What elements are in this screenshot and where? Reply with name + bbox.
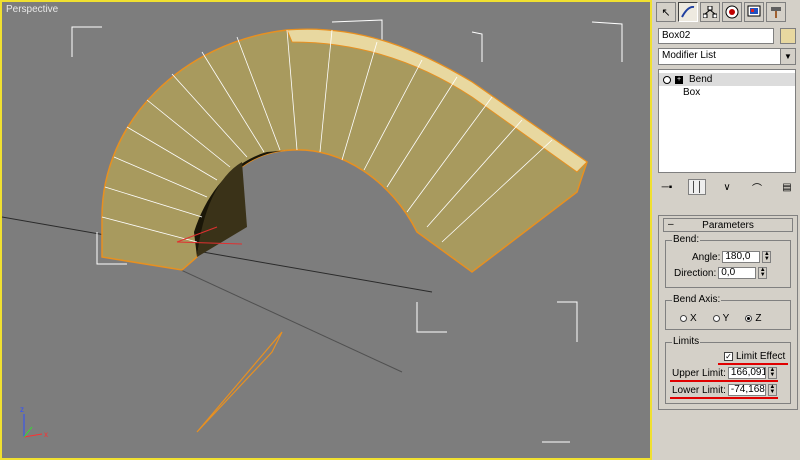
angle-input[interactable]: 180,0 bbox=[722, 251, 760, 263]
lightbulb-icon[interactable] bbox=[663, 76, 671, 84]
angle-row: Angle: 180,0 ▲▼ bbox=[692, 251, 771, 263]
stack-item-box[interactable]: Box bbox=[659, 86, 795, 99]
object-color-swatch[interactable] bbox=[780, 28, 796, 44]
trash-icon: ⌒ bbox=[752, 180, 762, 195]
parameters-title: Parameters bbox=[702, 220, 754, 231]
modifier-list-dropdown[interactable]: Modifier List ▼ bbox=[658, 48, 796, 65]
stack-toolbar: ─▪ ││ ∨ ⌒ ▤ bbox=[658, 178, 796, 196]
upper-limit-label: Upper Limit: bbox=[672, 368, 726, 379]
lower-limit-highlight bbox=[670, 397, 778, 399]
upper-limit-row: Upper Limit: 166,091cm ▲▼ bbox=[672, 367, 777, 379]
show-end-result-button[interactable]: ││ bbox=[688, 179, 706, 195]
modifier-list-label: Modifier List bbox=[662, 50, 716, 61]
lower-limit-input[interactable]: -74,168cm bbox=[728, 384, 766, 396]
limits-group: Limits ✓ Limit Effect Upper Limit: 166,0… bbox=[665, 342, 791, 404]
configure-sets-button[interactable]: ▤ bbox=[778, 179, 796, 195]
axis-z-radio[interactable]: Z bbox=[745, 313, 761, 324]
upper-limit-spinner[interactable]: ▲▼ bbox=[768, 367, 777, 379]
bend-group-label: Bend: bbox=[672, 234, 700, 245]
bend-axis-label: Bend Axis: bbox=[672, 294, 721, 305]
cursor-icon: ↖ bbox=[661, 6, 670, 19]
collapse-icon: – bbox=[668, 219, 674, 230]
end-result-icon: ││ bbox=[691, 182, 704, 193]
stack-item-label: Bend bbox=[689, 74, 712, 85]
motion-icon bbox=[725, 5, 739, 19]
hierarchy-tab[interactable] bbox=[700, 2, 720, 22]
command-panel-tabs: ↖ bbox=[656, 2, 796, 24]
axis-y-radio[interactable]: Y bbox=[713, 313, 730, 324]
make-unique-button[interactable]: ∨ bbox=[718, 179, 736, 195]
modifier-stack[interactable]: + Bend Box bbox=[658, 69, 796, 173]
lower-limit-row: Lower Limit: -74,168cm ▲▼ bbox=[672, 384, 777, 396]
lower-limit-spinner[interactable]: ▲▼ bbox=[768, 384, 777, 396]
limit-effect-row[interactable]: ✓ Limit Effect bbox=[724, 351, 785, 362]
viewport-scene: z x bbox=[2, 2, 650, 458]
angle-spinner[interactable]: ▲▼ bbox=[762, 251, 771, 263]
axis-x-radio[interactable]: X bbox=[680, 313, 697, 324]
perspective-viewport[interactable]: z x Perspective bbox=[0, 0, 652, 460]
hierarchy-icon bbox=[703, 6, 717, 18]
upper-limit-input[interactable]: 166,091cm bbox=[728, 367, 766, 379]
command-panel: ↖ Box02 Modifier List ▼ + Bend Box bbox=[652, 0, 800, 460]
axis-tripod-icon: z x bbox=[20, 405, 48, 439]
motion-tab[interactable] bbox=[722, 2, 742, 22]
expand-icon[interactable]: + bbox=[675, 76, 683, 84]
chevron-down-icon[interactable]: ▼ bbox=[780, 49, 795, 64]
modify-tab[interactable] bbox=[678, 2, 698, 22]
limit-effect-label: Limit Effect bbox=[736, 351, 785, 362]
svg-text:x: x bbox=[44, 430, 48, 439]
parameters-rollout-header[interactable]: – Parameters bbox=[663, 218, 793, 232]
object-name-field[interactable]: Box02 bbox=[658, 28, 774, 44]
direction-spinner[interactable]: ▲▼ bbox=[758, 267, 767, 279]
hammer-icon bbox=[769, 5, 783, 19]
limit-effect-highlight bbox=[718, 363, 788, 365]
pin-stack-button[interactable]: ─▪ bbox=[658, 179, 676, 195]
bent-box-object[interactable] bbox=[102, 29, 587, 272]
bend-axis-group: Bend Axis: X Y Z bbox=[665, 300, 791, 330]
svg-text:z: z bbox=[20, 405, 24, 414]
create-tab[interactable]: ↖ bbox=[656, 2, 676, 22]
direction-input[interactable]: 0,0 bbox=[718, 267, 756, 279]
direction-label: Direction: bbox=[674, 268, 716, 279]
display-tab[interactable] bbox=[744, 2, 764, 22]
utilities-tab[interactable] bbox=[766, 2, 786, 22]
upper-limit-highlight bbox=[670, 380, 778, 382]
angle-label: Angle: bbox=[692, 252, 720, 263]
limit-effect-checkbox[interactable]: ✓ bbox=[724, 352, 733, 361]
parameters-rollout: – Parameters Bend: Angle: 180,0 ▲▼ Direc… bbox=[658, 215, 798, 410]
bend-group: Bend: Angle: 180,0 ▲▼ Direction: 0,0 ▲▼ bbox=[665, 240, 791, 288]
pin-icon: ─▪ bbox=[662, 182, 673, 193]
stack-item-label: Box bbox=[683, 87, 700, 98]
bend-gizmo-outline bbox=[197, 332, 282, 432]
stack-item-bend[interactable]: + Bend bbox=[659, 73, 795, 86]
remove-modifier-button[interactable]: ⌒ bbox=[748, 179, 766, 195]
viewport-label[interactable]: Perspective bbox=[6, 4, 58, 15]
direction-row: Direction: 0,0 ▲▼ bbox=[674, 267, 767, 279]
display-icon bbox=[747, 5, 761, 19]
lower-limit-label: Lower Limit: bbox=[672, 385, 726, 396]
limits-label: Limits bbox=[672, 336, 700, 347]
configure-icon: ▤ bbox=[782, 182, 791, 193]
curve-icon bbox=[681, 6, 695, 18]
unique-icon: ∨ bbox=[723, 182, 730, 193]
